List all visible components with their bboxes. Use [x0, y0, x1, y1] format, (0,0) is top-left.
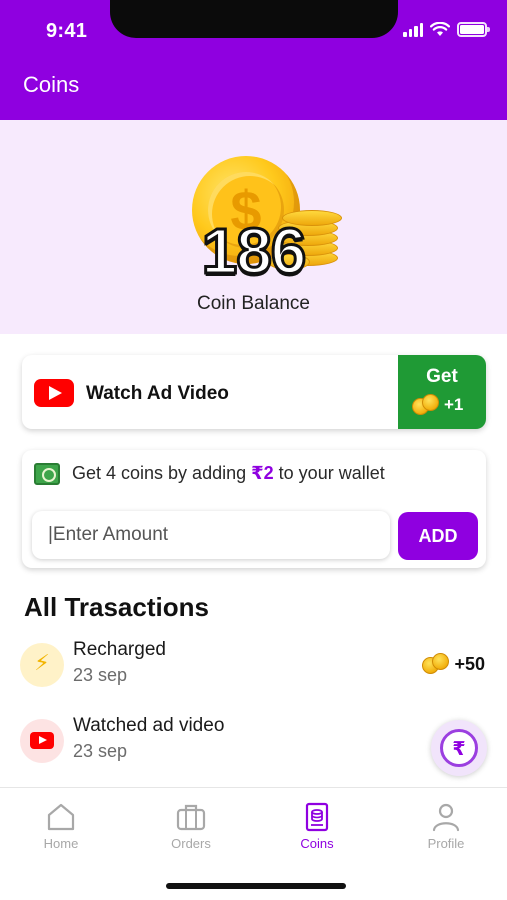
- battery-icon: [457, 22, 490, 37]
- person-icon: [432, 803, 460, 832]
- device-notch: [110, 0, 398, 38]
- coin-balance-label: Coin Balance: [196, 293, 311, 314]
- wifi-icon: [430, 22, 450, 36]
- tab-bar: Home Orders Coins Profile: [0, 787, 507, 900]
- transaction-date: 23 sep: [73, 665, 128, 685]
- lightning-icon: [20, 643, 64, 687]
- transactions-title: All Trasactions: [24, 592, 209, 622]
- rupee-icon: ₹: [440, 729, 478, 767]
- tab-home[interactable]: Home: [16, 802, 106, 851]
- signal-icon: [403, 22, 423, 37]
- get-coin-button[interactable]: Get +1: [398, 355, 486, 429]
- get-label: Get: [426, 366, 458, 387]
- home-indicator: [166, 883, 346, 889]
- tab-coins[interactable]: Coins: [272, 802, 362, 851]
- coins-book-icon: [305, 802, 329, 832]
- tab-home-label: Home: [43, 836, 79, 851]
- youtube-icon: [20, 719, 64, 763]
- transaction-title: Watched ad video: [73, 715, 225, 736]
- youtube-icon: [34, 379, 74, 407]
- status-icons: [403, 22, 490, 37]
- tab-profile[interactable]: Profile: [401, 802, 491, 851]
- watch-ad-label: Watch Ad Video: [86, 383, 229, 404]
- page-title: Coins: [23, 72, 80, 97]
- tab-orders-label: Orders: [171, 836, 211, 851]
- tab-profile-label: Profile: [427, 836, 465, 851]
- offer-text-before: Get 4 coins by adding: [72, 463, 252, 483]
- app-header: 9:41 Coins: [0, 0, 507, 120]
- transaction-title: Recharged: [73, 639, 166, 660]
- offer-amount: ₹2: [251, 463, 274, 483]
- coins-icon: [422, 653, 450, 675]
- coins-icon: [412, 394, 440, 416]
- briefcase-icon: [176, 804, 206, 831]
- transaction-amount: +50: [422, 653, 485, 675]
- transaction-amount-value: +50: [454, 653, 485, 674]
- coin-balance-value: 186: [200, 214, 308, 289]
- cash-icon: [34, 463, 60, 485]
- get-reward-amount: +1: [444, 395, 464, 414]
- status-time: 9:41: [46, 20, 88, 42]
- home-icon: [47, 803, 75, 831]
- wallet-offer-card: Get 4 coins by adding ₹2 to your wallet …: [22, 450, 486, 568]
- tab-coins-label: Coins: [300, 836, 334, 851]
- get-reward: +1: [412, 394, 463, 416]
- transaction-row[interactable]: Recharged 23 sep +50: [0, 637, 507, 699]
- add-button[interactable]: ADD: [398, 512, 478, 560]
- rupee-floating-button[interactable]: ₹: [431, 720, 487, 776]
- watch-ad-card[interactable]: Watch Ad Video Get +1: [22, 355, 486, 429]
- transaction-date: 23 sep: [73, 741, 128, 761]
- amount-input[interactable]: [32, 511, 390, 559]
- wallet-offer-text: Get 4 coins by adding ₹2 to your wallet: [72, 463, 385, 484]
- offer-text-after: to your wallet: [273, 463, 385, 483]
- tab-orders[interactable]: Orders: [146, 802, 236, 851]
